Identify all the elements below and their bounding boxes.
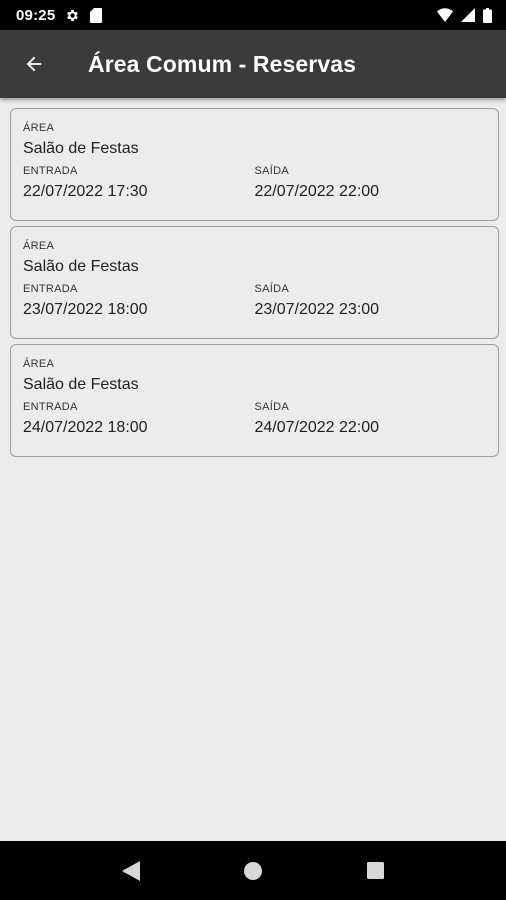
date-row: ENTRADA 24/07/2022 18:00 SAÍDA 24/07/202… [23, 401, 486, 438]
saida-label: SAÍDA [254, 283, 290, 295]
battery-icon [483, 7, 492, 23]
reservation-card[interactable]: ÁREA Salão de Festas ENTRADA 24/07/2022 … [10, 344, 499, 457]
saida-column: SAÍDA 23/07/2022 23:00 [255, 283, 487, 320]
saida-value: 22/07/2022 22:00 [254, 183, 380, 200]
saida-value: 24/07/2022 22:00 [254, 419, 380, 436]
gear-icon [65, 8, 80, 23]
status-time: 09:25 [16, 6, 56, 24]
sd-card-icon [90, 7, 103, 23]
entrada-label: ENTRADA [23, 401, 78, 413]
status-bar: 09:25 [0, 0, 506, 30]
nav-home-button[interactable] [229, 847, 277, 895]
area-value: Salão de Festas [23, 140, 139, 157]
nav-back-button[interactable] [107, 847, 155, 895]
status-left: 09:25 [16, 6, 103, 24]
area-value: Salão de Festas [23, 258, 139, 275]
entrada-label: ENTRADA [23, 165, 78, 177]
reservation-list: ÁREA Salão de Festas ENTRADA 22/07/2022 … [10, 108, 499, 462]
recents-square-icon [366, 862, 384, 879]
reservation-card[interactable]: ÁREA Salão de Festas ENTRADA 23/07/2022 … [10, 226, 499, 339]
page-title: Área Comum - Reservas [88, 50, 356, 77]
system-nav-bar [0, 841, 506, 900]
date-row: ENTRADA 23/07/2022 18:00 SAÍDA 23/07/202… [23, 283, 486, 320]
saida-label: SAÍDA [254, 401, 290, 413]
entrada-column: ENTRADA 23/07/2022 18:00 [23, 283, 255, 320]
date-row: ENTRADA 22/07/2022 17:30 SAÍDA 22/07/202… [23, 165, 486, 202]
area-label: ÁREA [23, 358, 55, 370]
saida-value: 23/07/2022 23:00 [254, 301, 380, 318]
saida-column: SAÍDA 22/07/2022 22:00 [255, 165, 487, 202]
back-button[interactable] [16, 46, 52, 82]
back-triangle-icon [122, 860, 140, 881]
saida-label: SAÍDA [254, 165, 290, 177]
arrow-back-icon [23, 53, 45, 75]
entrada-value: 23/07/2022 18:00 [23, 301, 148, 318]
entrada-column: ENTRADA 24/07/2022 18:00 [23, 401, 255, 438]
status-right [437, 7, 492, 23]
entrada-value: 22/07/2022 17:30 [23, 183, 148, 200]
entrada-column: ENTRADA 22/07/2022 17:30 [23, 165, 255, 202]
entrada-value: 24/07/2022 18:00 [23, 419, 148, 436]
nav-recents-button[interactable] [351, 847, 399, 895]
home-circle-icon [244, 861, 262, 880]
entrada-label: ENTRADA [23, 283, 78, 295]
app-bar: Área Comum - Reservas [0, 30, 506, 98]
area-label: ÁREA [23, 240, 55, 252]
reservation-card[interactable]: ÁREA Salão de Festas ENTRADA 22/07/2022 … [10, 108, 499, 221]
wifi-icon [437, 8, 453, 22]
area-label: ÁREA [23, 122, 55, 134]
area-value: Salão de Festas [23, 376, 139, 393]
signal-icon [461, 8, 475, 22]
saida-column: SAÍDA 24/07/2022 22:00 [255, 401, 487, 438]
